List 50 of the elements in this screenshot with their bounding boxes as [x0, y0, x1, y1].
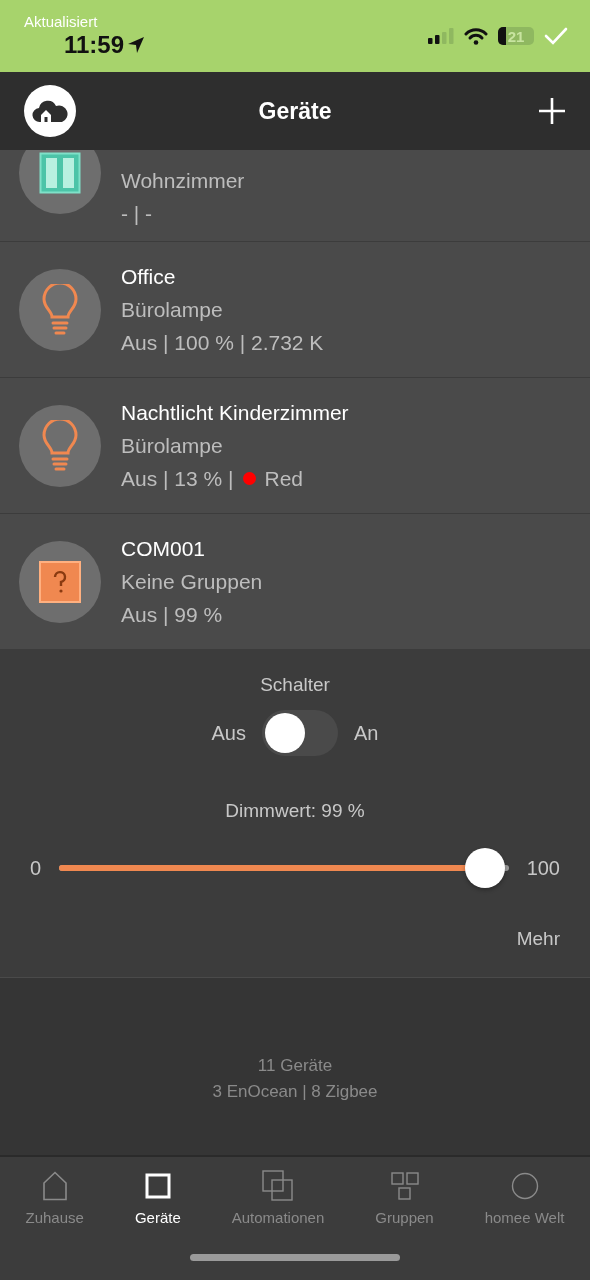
switch-title: Schalter: [260, 674, 330, 696]
more-link[interactable]: Mehr: [516, 928, 560, 950]
device-row[interactable]: COM001 Keine Gruppen Aus | 99 %: [0, 514, 590, 650]
circle-icon: [510, 1172, 539, 1200]
screen-title: Geräte: [258, 97, 332, 125]
device-room: Keine Gruppen: [121, 569, 263, 595]
device-count-text: 11 Geräte: [257, 1055, 333, 1077]
toggle-switch[interactable]: [262, 710, 338, 756]
on-label: An: [354, 721, 379, 745]
plus-icon: [538, 97, 566, 125]
update-banner-text: Aktualisiert: [24, 13, 98, 30]
question-box-icon: [39, 560, 81, 603]
wifi-icon: [464, 27, 488, 45]
device-row[interactable]: Wohnzimmer - | -: [0, 150, 590, 242]
cloud-house-icon: [32, 98, 68, 124]
square-icon: [144, 1173, 171, 1199]
house-icon: [41, 1171, 68, 1201]
dim-value-label: Dimmwert: 99 %: [225, 800, 365, 822]
clock-time: 11:59: [64, 31, 125, 59]
device-name: COM001: [121, 536, 207, 562]
slider-thumb[interactable]: [464, 848, 505, 888]
device-count-text: 3 EnOcean | 8 Zigbee: [212, 1081, 378, 1103]
window-icon: [39, 152, 81, 194]
slider-min-label: 0: [30, 856, 42, 880]
device-name: Nachtlicht Kinderzimmer: [121, 400, 349, 426]
slider-max-label: 100: [526, 856, 560, 880]
device-row[interactable]: Office Bürolampe Aus | 100 % | 2.732 K: [0, 242, 590, 378]
light-bulb-icon: [40, 419, 80, 472]
overlapping-squares-icon: [262, 1170, 294, 1202]
device-room: Bürolampe: [121, 433, 224, 459]
location-arrow-icon: [127, 36, 146, 54]
add-button[interactable]: [538, 97, 566, 125]
device-room: Wohnzimmer: [121, 168, 245, 194]
tab-item[interactable]: Geräte: [134, 1169, 181, 1226]
device-status: Aus | 99 %: [121, 602, 223, 628]
device-room: Bürolampe: [121, 297, 224, 323]
color-name: Red: [264, 466, 303, 492]
checkmark-icon: [544, 26, 568, 46]
device-status: Aus | 13 % |: [121, 466, 234, 492]
off-label: Aus: [211, 721, 246, 745]
grid-squares-icon: [390, 1172, 419, 1200]
cloud-home-button[interactable]: [24, 85, 76, 137]
device-row[interactable]: Nachtlicht Kinderzimmer Bürolampe Aus | 13 % | Red: [0, 378, 590, 514]
dim-slider[interactable]: [59, 848, 509, 888]
battery-icon: 21: [498, 27, 534, 45]
device-status: Aus | 100 % | 2.732 K: [121, 330, 324, 356]
device-name: Office: [121, 264, 177, 290]
light-bulb-icon: [40, 283, 80, 336]
device-status: - | -: [121, 201, 153, 227]
signal-icon: [428, 28, 454, 44]
